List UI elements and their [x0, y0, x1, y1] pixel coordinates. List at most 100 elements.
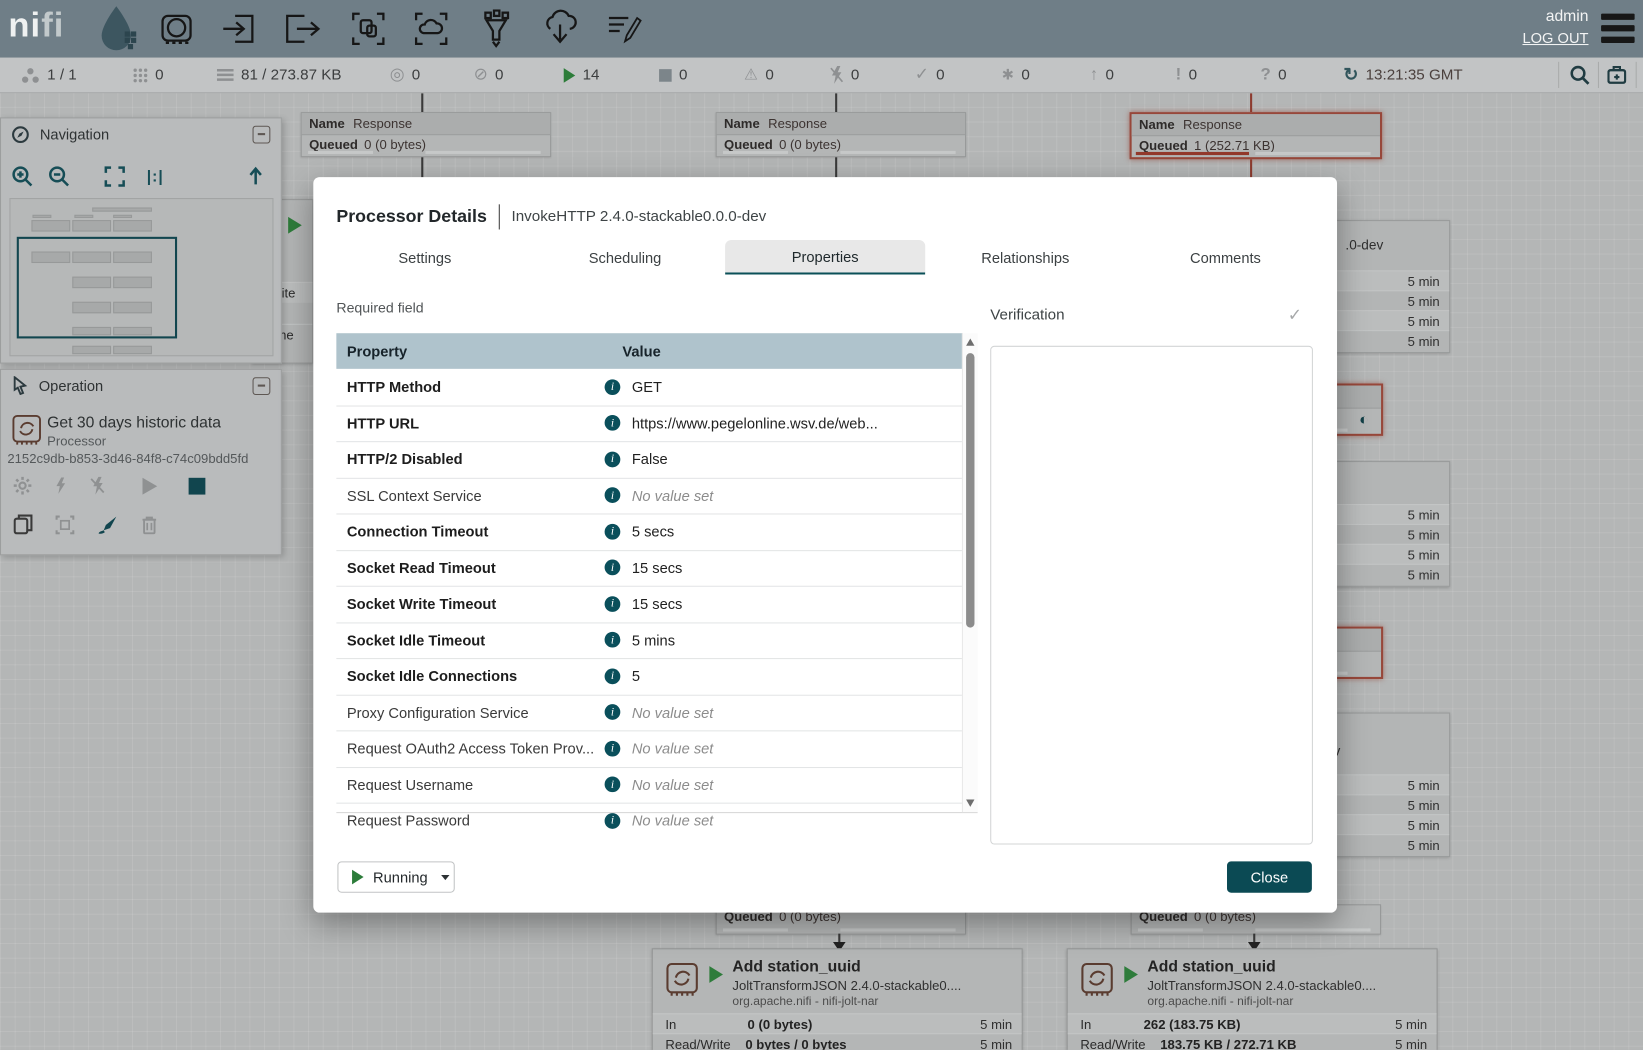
table-row[interactable]: Request UsernameNo value set	[336, 766, 963, 803]
status-counters: 0	[133, 58, 163, 93]
template-download-icon[interactable]	[541, 9, 580, 48]
info-icon[interactable]	[605, 741, 621, 757]
info-icon[interactable]	[605, 560, 621, 576]
table-row[interactable]: Request PasswordNo value set	[336, 803, 963, 839]
disable-icon[interactable]	[90, 477, 105, 495]
process-group-component-icon[interactable]	[349, 9, 388, 48]
search-button[interactable]	[1570, 58, 1590, 93]
selected-component-type: Processor	[47, 434, 106, 449]
connection-label[interactable]: Name Response Queued 0 (0 bytes)	[301, 112, 551, 157]
info-icon[interactable]	[605, 379, 621, 395]
start-button[interactable]	[143, 477, 158, 494]
tab-scheduling[interactable]: Scheduling	[525, 240, 725, 275]
processor-add-station-uuid[interactable]: Add station_uuid JoltTransformJSON 2.4.0…	[652, 948, 1023, 1050]
collapse-button[interactable]	[253, 377, 271, 395]
minimap-viewport[interactable]	[17, 237, 177, 339]
collapse-button[interactable]	[253, 125, 271, 143]
zoom-out-button[interactable]	[48, 165, 70, 187]
info-icon[interactable]	[605, 488, 621, 504]
status-disabled: 0	[830, 58, 859, 93]
share-up-icon[interactable]	[245, 166, 266, 187]
compass-icon	[12, 125, 30, 143]
tab-settings[interactable]: Settings	[325, 240, 525, 275]
stale-icon	[1090, 67, 1098, 84]
verification-title: Verification	[990, 307, 1064, 324]
connection-label-alert[interactable]: Name Response Queued 1 (252.71 KB)	[1130, 112, 1383, 159]
logout-link[interactable]: LOG OUT	[1522, 29, 1588, 46]
info-icon[interactable]	[605, 777, 621, 793]
utility-button[interactable]	[1607, 58, 1626, 93]
zoom-actual-button[interactable]: |:|	[147, 167, 164, 185]
table-row[interactable]: Socket Write Timeout15 secs	[336, 586, 963, 623]
run-state-dropdown[interactable]: Running	[337, 861, 454, 892]
connection-line	[421, 155, 423, 178]
group-select-icon[interactable]	[56, 515, 75, 534]
table-header: Property Value	[336, 333, 963, 369]
info-icon[interactable]	[605, 451, 621, 467]
label-component-icon[interactable]	[604, 9, 643, 48]
table-row[interactable]: Proxy Configuration ServiceNo value set	[336, 694, 963, 731]
not-transmitting-icon	[474, 67, 488, 84]
table-scrollbar[interactable]	[962, 333, 978, 812]
color-brush-icon[interactable]	[97, 515, 118, 534]
info-icon[interactable]	[605, 668, 621, 684]
funnel-component-icon[interactable]	[477, 9, 516, 48]
table-row[interactable]: HTTP URLhttps://www.pegelonline.wsv.de/w…	[336, 405, 963, 442]
info-icon[interactable]	[605, 596, 621, 612]
global-menu-icon[interactable]	[1601, 14, 1635, 43]
scroll-down-arrow[interactable]	[966, 799, 974, 806]
info-icon[interactable]	[605, 632, 621, 648]
table-row[interactable]: Socket Idle Connections5	[336, 658, 963, 695]
toolbox-icon	[1607, 65, 1626, 85]
run-status-icon	[288, 217, 302, 234]
status-refresh[interactable]: 13:21:35 GMT	[1343, 58, 1462, 93]
last-refreshed-time: 13:21:35 GMT	[1366, 67, 1463, 84]
configure-gear-icon[interactable]	[14, 477, 32, 495]
info-icon[interactable]	[605, 524, 621, 540]
close-button[interactable]: Close	[1227, 861, 1312, 892]
stop-button[interactable]	[189, 477, 206, 494]
table-row[interactable]: Socket Idle Timeout5 mins	[336, 622, 963, 659]
table-row[interactable]: Request OAuth2 Access Token Prov...No va…	[336, 730, 963, 767]
enable-icon[interactable]	[54, 477, 67, 495]
verify-check-icon[interactable]	[1288, 305, 1302, 326]
tab-comments[interactable]: Comments	[1125, 240, 1325, 275]
info-icon[interactable]	[605, 813, 621, 829]
output-port-component-icon[interactable]	[283, 9, 322, 48]
connection-label[interactable]: Name Response Queued 0 (0 bytes)	[716, 112, 966, 157]
current-user: admin	[1546, 7, 1589, 25]
tab-properties[interactable]: Properties	[725, 240, 925, 275]
scroll-up-arrow[interactable]	[966, 338, 974, 345]
remote-process-group-component-icon[interactable]	[412, 9, 451, 48]
table-row[interactable]: SSL Context ServiceNo value set	[336, 477, 963, 514]
tab-relationships[interactable]: Relationships	[925, 240, 1125, 275]
zoom-in-button[interactable]	[12, 165, 34, 187]
connection-line	[835, 92, 837, 112]
zoom-fit-button[interactable]	[104, 165, 126, 187]
info-icon[interactable]	[605, 704, 621, 720]
input-port-component-icon[interactable]	[220, 9, 259, 48]
table-row[interactable]: HTTP/2 DisabledFalse	[336, 441, 963, 478]
queue-progress	[1255, 928, 1370, 931]
status-sync-failure: 0	[1261, 58, 1287, 93]
table-row[interactable]: Socket Read Timeout15 secs	[336, 550, 963, 587]
table-row[interactable]: Connection Timeout5 secs	[336, 513, 963, 550]
birdseye-minimap[interactable]	[9, 198, 273, 356]
delete-trash-icon[interactable]	[141, 515, 157, 534]
grid-icon	[133, 68, 148, 83]
info-icon[interactable]	[605, 415, 621, 431]
queue-progress-fill	[1136, 152, 1249, 155]
copy-icon[interactable]	[14, 514, 33, 534]
processor-component-icon[interactable]	[157, 9, 196, 48]
status-stopped: 0	[659, 58, 687, 93]
table-row[interactable]: HTTP MethodGET	[336, 369, 963, 406]
panel-title: Operation	[39, 377, 103, 394]
scroll-thumb[interactable]	[966, 353, 974, 628]
processor-add-station-uuid[interactable]: Add station_uuid JoltTransformJSON 2.4.0…	[1067, 948, 1438, 1050]
selected-component-name: Get 30 days historic data	[47, 414, 221, 432]
refresh-icon[interactable]	[1343, 65, 1358, 84]
status-invalid: 0	[744, 58, 774, 93]
cluster-icon	[21, 67, 40, 84]
connection-line	[835, 155, 837, 178]
load-balance-icon	[1359, 411, 1368, 427]
